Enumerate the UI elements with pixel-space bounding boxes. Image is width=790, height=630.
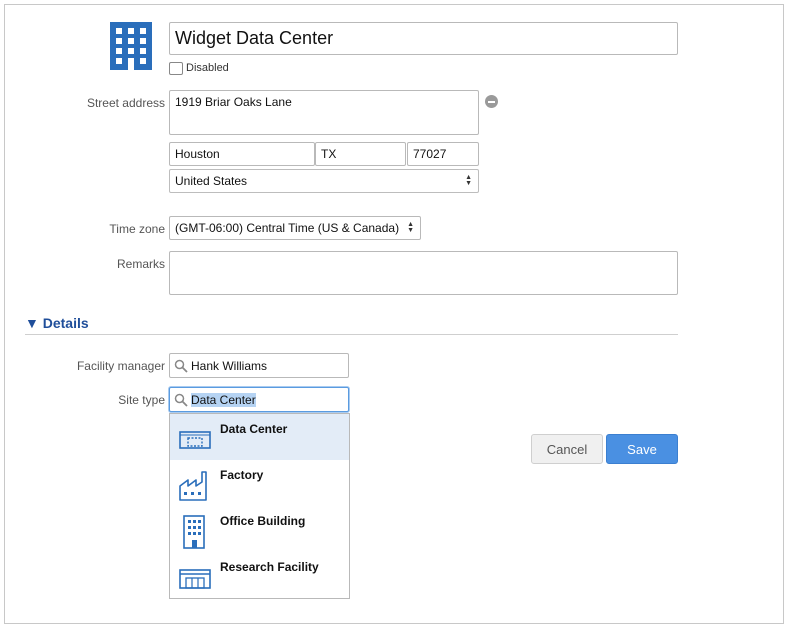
site-name-value: Widget Data Center <box>175 28 334 48</box>
site-type-option-office-building[interactable]: Office Building <box>170 506 349 552</box>
option-label: Office Building <box>220 514 306 528</box>
site-type-label: Site type <box>118 393 165 407</box>
city-input[interactable]: Houston <box>169 142 315 166</box>
disabled-checkbox[interactable] <box>169 62 183 75</box>
select-arrows-icon: ▲ ▼ <box>465 174 472 187</box>
option-label: Research Facility <box>220 560 319 574</box>
cancel-button[interactable]: Cancel <box>531 434 603 464</box>
time-zone-label: Time zone <box>109 222 165 236</box>
save-button[interactable]: Save <box>606 434 678 464</box>
facility-manager-value: Hank Williams <box>191 358 268 373</box>
state-input[interactable]: TX <box>315 142 406 166</box>
office-building-icon <box>183 515 205 549</box>
zip-value: 77027 <box>413 147 447 161</box>
data-center-icon <box>179 431 211 449</box>
remarks-textarea[interactable] <box>169 251 678 295</box>
site-type-option-factory[interactable]: Factory <box>170 460 349 506</box>
collapse-triangle-icon: ▼ <box>25 315 39 331</box>
building-icon <box>110 22 152 70</box>
site-type-option-data-center[interactable]: Data Center <box>170 414 349 460</box>
details-title: Details <box>42 315 89 331</box>
details-divider <box>25 334 678 335</box>
site-type-dropdown: Data Center Factory Office Building Rese… <box>169 413 350 599</box>
street-address-label: Street address <box>86 96 165 110</box>
search-icon <box>174 359 188 373</box>
research-facility-icon <box>179 569 211 589</box>
site-type-option-research-facility[interactable]: Research Facility <box>170 552 349 598</box>
site-name-input[interactable]: Widget Data Center <box>169 22 678 55</box>
time-zone-select[interactable]: (GMT-06:00) Central Time (US & Canada) ▲… <box>169 216 421 240</box>
country-value: United States <box>175 174 248 188</box>
search-icon <box>174 393 188 407</box>
facility-manager-input[interactable]: Hank Williams <box>169 353 349 378</box>
option-label: Data Center <box>220 422 288 436</box>
state-value: TX <box>321 147 337 161</box>
select-arrows-icon: ▲ ▼ <box>407 221 414 234</box>
details-section-toggle[interactable]: ▼ Details <box>25 315 89 331</box>
remarks-label: Remarks <box>116 257 165 271</box>
factory-icon <box>179 471 207 501</box>
option-label: Factory <box>220 468 264 482</box>
site-type-value: Data Center <box>191 392 256 407</box>
country-select[interactable]: United States ▲ ▼ <box>169 169 479 193</box>
street-address-input[interactable]: 1919 Briar Oaks Lane <box>169 90 479 135</box>
remove-address-icon[interactable] <box>485 95 498 108</box>
zip-input[interactable]: 77027 <box>407 142 479 166</box>
site-type-input[interactable]: Data Center <box>169 387 349 412</box>
disabled-label: Disabled <box>186 62 229 74</box>
street-address-value: 1919 Briar Oaks Lane <box>175 95 292 109</box>
time-zone-value: (GMT-06:00) Central Time (US & Canada) <box>175 221 400 235</box>
facility-manager-label: Facility manager <box>76 359 165 373</box>
city-value: Houston <box>175 147 220 161</box>
